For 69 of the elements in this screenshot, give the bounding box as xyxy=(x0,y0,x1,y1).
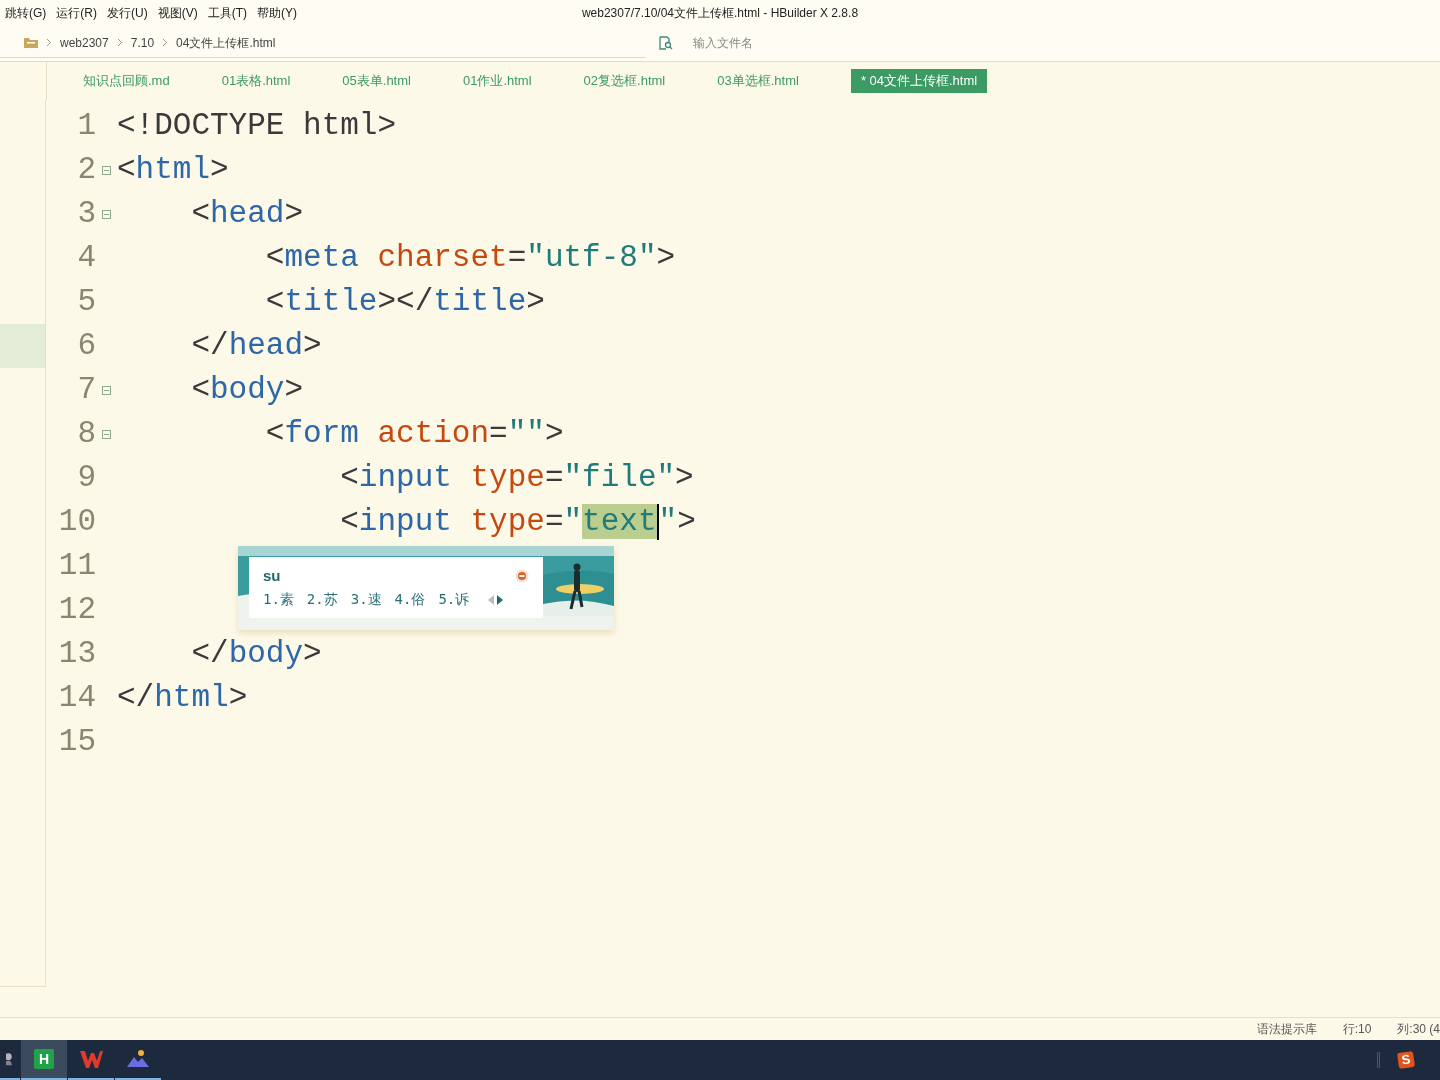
line-number: 8 xyxy=(76,415,96,453)
search-icon[interactable] xyxy=(658,36,673,50)
line-number: 11 xyxy=(57,547,96,585)
line-number: 15 xyxy=(57,723,96,761)
line-number: 5 xyxy=(76,283,96,321)
status-text: 列:30 (4 xyxy=(1397,1021,1440,1038)
window-title: web2307/7.10/04文件上传框.html - HBuilder X 2.8.8 xyxy=(581,6,859,20)
file-tab[interactable]: 05表单.html xyxy=(332,69,421,93)
menu-item[interactable]: 跳转(G) xyxy=(0,0,52,28)
line-number: 10 xyxy=(57,503,96,541)
line-number: 12 xyxy=(57,591,96,629)
code-line: <title></title> xyxy=(264,283,545,321)
ime-candidate[interactable]: 4.俗 xyxy=(394,589,426,610)
line-number: 14 xyxy=(57,679,96,717)
code-line: </head> xyxy=(190,327,322,365)
line-number: 4 xyxy=(76,239,96,277)
status-text: 行:10 xyxy=(1342,1021,1372,1038)
ime-composition-text: su xyxy=(263,567,281,585)
breadcrumb-item[interactable]: web2307 xyxy=(60,33,109,52)
code-line: <input type="text"> xyxy=(339,502,696,542)
menu-item[interactable]: 帮助(Y) xyxy=(252,0,302,28)
file-tab[interactable]: 01表格.html xyxy=(211,69,301,93)
line-number: 9 xyxy=(76,459,96,497)
file-tab[interactable]: 01作业.html xyxy=(452,69,542,93)
menu-item[interactable]: 视图(V) xyxy=(152,0,203,28)
menu-item[interactable]: 发行(U) xyxy=(102,0,153,28)
line-number: 3 xyxy=(76,195,96,233)
fold-icon[interactable] xyxy=(102,209,111,219)
ime-tray-icon[interactable]: S xyxy=(1396,1050,1416,1070)
code-line: <form action=""> xyxy=(264,415,564,453)
chevron-icon xyxy=(162,38,169,47)
file-tab[interactable]: 知识点回顾.md xyxy=(73,69,180,93)
code-line: <meta charset="utf-8"> xyxy=(264,239,676,277)
app-icon: H xyxy=(34,1049,54,1069)
mountain-icon xyxy=(126,1049,150,1069)
taskbar-app[interactable]: H xyxy=(21,1040,67,1080)
file-search-field[interactable]: 输入文件名 xyxy=(691,33,891,53)
file-tab[interactable]: * 04文件上传框.html xyxy=(850,69,988,93)
code-line: <html> xyxy=(117,151,229,189)
ime-candidate[interactable]: 1.素 xyxy=(263,589,294,610)
line-number: 13 xyxy=(57,635,96,673)
chevron-icon xyxy=(46,38,52,47)
ime-candidate[interactable]: 2.苏 xyxy=(306,589,338,610)
line-number: 6 xyxy=(76,327,96,365)
breadcrumb-item[interactable]: 7.10 xyxy=(130,33,155,52)
status-text: 语法提示库 xyxy=(1256,1021,1317,1038)
fold-icon[interactable] xyxy=(102,429,111,439)
ime-candidate[interactable]: 3.速 xyxy=(350,589,382,610)
code-line: </body> xyxy=(190,635,322,673)
code-line: <input type="file"> xyxy=(339,459,694,497)
app-icon xyxy=(79,1049,103,1069)
code-line: </html> xyxy=(117,679,248,717)
chevron-icon xyxy=(116,38,123,47)
code-line: <body> xyxy=(190,371,304,409)
breadcrumb-item[interactable]: 04文件上传框.html xyxy=(176,33,276,52)
folder-icon xyxy=(24,37,38,48)
file-tab[interactable]: 02复选框.html xyxy=(573,69,676,93)
line-number: 2 xyxy=(76,151,96,189)
fold-icon[interactable] xyxy=(102,385,111,395)
menu-item[interactable]: 运行(R) xyxy=(51,0,102,28)
code-line: <!DOCTYPE html> xyxy=(117,107,397,145)
fold-icon[interactable] xyxy=(102,165,111,175)
line-number: 1 xyxy=(76,107,96,145)
ime-candidate[interactable]: 5.诉 xyxy=(438,589,470,610)
line-number: 7 xyxy=(76,371,96,409)
menu-item[interactable]: 工具(T) xyxy=(202,0,252,28)
page-right-icon[interactable] xyxy=(497,594,504,605)
file-tab[interactable]: 03单选框.html xyxy=(707,69,809,93)
code-line: <head> xyxy=(190,195,304,233)
